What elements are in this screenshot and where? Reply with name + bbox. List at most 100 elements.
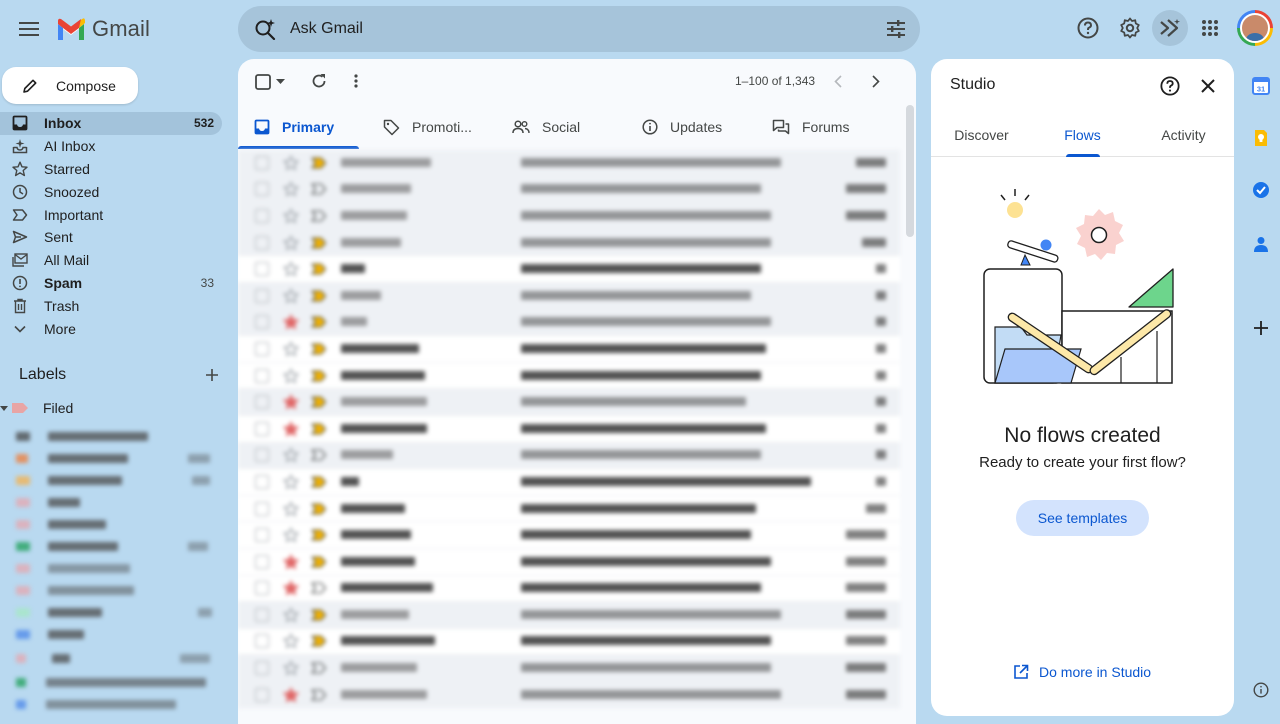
important-marker-icon[interactable] <box>311 183 327 195</box>
star-filled-icon[interactable] <box>283 421 299 437</box>
important-marker-icon[interactable] <box>311 582 327 594</box>
tab-updates[interactable]: Updates <box>618 105 748 149</box>
row-checkbox[interactable] <box>255 262 269 277</box>
table-row[interactable] <box>238 628 900 656</box>
sidebar-item-more[interactable]: More <box>0 317 222 340</box>
table-row[interactable] <box>238 548 900 576</box>
sidebar-item-inbox[interactable]: Inbox 532 <box>0 112 222 135</box>
refresh-button[interactable] <box>311 73 327 89</box>
table-row[interactable] <box>238 522 900 549</box>
studio-close-button[interactable] <box>1201 79 1215 93</box>
row-checkbox[interactable] <box>255 315 269 330</box>
star-outline-icon[interactable] <box>283 474 299 490</box>
table-row[interactable] <box>238 362 900 390</box>
label-item[interactable] <box>16 516 106 530</box>
row-checkbox[interactable] <box>255 554 269 569</box>
important-marker-icon[interactable] <box>311 263 327 275</box>
label-item[interactable] <box>16 472 210 486</box>
star-outline-icon[interactable] <box>283 341 299 357</box>
row-checkbox[interactable] <box>255 395 269 410</box>
star-outline-icon[interactable] <box>283 447 299 463</box>
message-list-scrollbar[interactable] <box>906 105 914 237</box>
label-item[interactable] <box>16 494 80 508</box>
table-row[interactable] <box>238 282 900 310</box>
label-item[interactable] <box>16 626 84 640</box>
important-marker-icon[interactable] <box>311 369 327 382</box>
row-checkbox[interactable] <box>255 235 269 250</box>
account-avatar[interactable] <box>1237 10 1273 46</box>
do-more-in-studio-link[interactable]: Do more in Studio <box>1013 664 1151 680</box>
table-row[interactable] <box>238 176 900 204</box>
important-marker-icon[interactable] <box>311 290 327 302</box>
see-templates-button[interactable]: See templates <box>1016 500 1149 536</box>
label-item-filed[interactable]: Filed <box>0 398 73 418</box>
sidebar-item-sent[interactable]: Sent <box>0 226 222 249</box>
star-filled-icon[interactable] <box>283 394 299 410</box>
star-outline-icon[interactable] <box>283 607 299 623</box>
row-checkbox[interactable] <box>255 421 269 436</box>
label-item[interactable] <box>16 538 208 552</box>
row-checkbox[interactable] <box>255 182 269 197</box>
important-marker-icon[interactable] <box>311 689 327 701</box>
important-marker-icon[interactable] <box>311 210 327 222</box>
important-marker-icon[interactable] <box>311 157 327 169</box>
label-item[interactable] <box>16 650 210 664</box>
newer-page-button[interactable] <box>834 75 842 88</box>
select-all-checkbox[interactable] <box>255 74 271 90</box>
row-checkbox[interactable] <box>255 341 269 356</box>
tab-flows[interactable]: Flows <box>1032 119 1133 156</box>
create-label-button[interactable] <box>205 368 219 382</box>
sidebar-item-trash[interactable]: Trash <box>0 294 222 317</box>
table-row[interactable] <box>238 336 900 363</box>
sidebar-item-important[interactable]: Important <box>0 203 222 226</box>
search-options-button[interactable] <box>886 20 906 38</box>
important-marker-icon[interactable] <box>311 423 327 435</box>
contacts-app-button[interactable] <box>1251 234 1271 254</box>
important-marker-icon[interactable] <box>311 237 327 249</box>
important-marker-icon[interactable] <box>311 396 327 408</box>
row-checkbox[interactable] <box>255 288 269 303</box>
row-checkbox[interactable] <box>255 634 269 649</box>
star-filled-icon[interactable] <box>283 687 299 703</box>
row-checkbox[interactable] <box>255 501 269 516</box>
support-button[interactable] <box>1070 10 1106 46</box>
row-checkbox[interactable] <box>255 661 269 676</box>
sidebar-item-all-mail[interactable]: All Mail <box>0 249 222 272</box>
compose-button[interactable]: Compose <box>2 67 138 104</box>
row-checkbox[interactable] <box>255 581 269 596</box>
important-marker-icon[interactable] <box>311 316 327 328</box>
important-marker-icon[interactable] <box>311 635 327 648</box>
important-marker-icon[interactable] <box>311 662 327 674</box>
google-apps-button[interactable] <box>1192 10 1228 46</box>
row-checkbox[interactable] <box>255 208 269 223</box>
important-marker-icon[interactable] <box>311 609 327 621</box>
row-checkbox[interactable] <box>255 474 269 489</box>
important-marker-icon[interactable] <box>311 449 327 461</box>
star-outline-icon[interactable] <box>283 235 299 251</box>
label-item[interactable] <box>16 582 134 596</box>
tab-discover[interactable]: Discover <box>931 119 1032 156</box>
row-checkbox[interactable] <box>255 607 269 622</box>
table-row[interactable] <box>238 602 900 629</box>
tab-social[interactable]: Social <box>488 105 618 149</box>
row-checkbox[interactable] <box>255 687 269 702</box>
studio-help-button[interactable] <box>1160 76 1180 96</box>
sidebar-item-snoozed[interactable]: Snoozed <box>0 180 222 203</box>
keep-app-button[interactable] <box>1251 128 1271 148</box>
side-panel-info-button[interactable] <box>1251 680 1271 700</box>
select-dropdown[interactable] <box>276 79 285 85</box>
star-outline-icon[interactable] <box>283 501 299 517</box>
label-item[interactable] <box>16 560 130 574</box>
sidebar-item-spam[interactable]: Spam 33 <box>0 272 222 295</box>
star-outline-icon[interactable] <box>283 261 299 277</box>
sidebar-item-starred[interactable]: Starred <box>0 158 222 181</box>
row-checkbox[interactable] <box>255 155 269 170</box>
tab-primary[interactable]: Primary <box>238 105 359 149</box>
important-marker-icon[interactable] <box>311 529 327 541</box>
important-marker-icon[interactable] <box>311 502 327 515</box>
important-marker-icon[interactable] <box>311 556 327 568</box>
search-input[interactable] <box>290 20 886 38</box>
table-row[interactable] <box>238 442 900 470</box>
row-checkbox[interactable] <box>255 368 269 383</box>
table-row[interactable] <box>238 150 900 177</box>
